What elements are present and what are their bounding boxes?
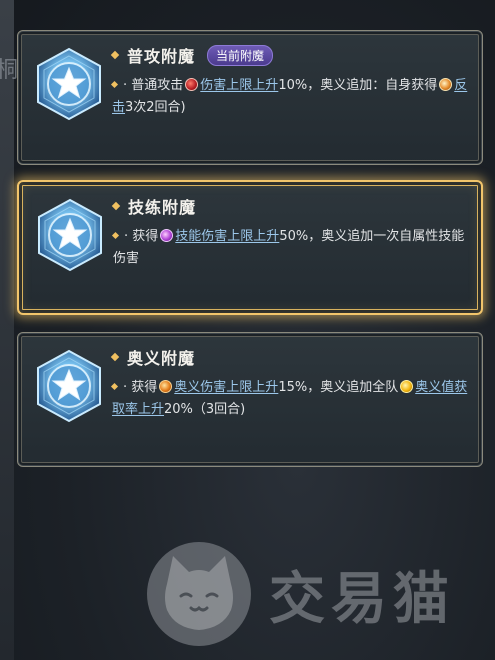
desc-text: 20%（3回合) [164,402,246,417]
panel-title: 普攻附魔 [127,47,196,66]
purple-skill-icon [160,229,174,242]
orange-ougi-icon [159,380,173,393]
background-edge-glyph: 桐 [0,58,19,83]
counter-icon [439,78,453,91]
desc-text: 获得 [132,229,159,244]
panel-description: · 获得 技能伤害上限上升50%，奥义追加一次自属性技能伤害 [111,226,473,270]
keyword-link-damage-cap[interactable]: 伤害上限上升 [200,78,278,93]
bullet-mark: · [123,380,128,395]
panel-title: 奥义附魔 [127,349,196,368]
yellow-ougi-charge-icon [400,380,414,393]
panel-title-row: 技练附魔 [111,194,197,218]
desc-text: 3次2回合) [125,100,186,115]
desc-text: 15%，奥义追加全队 [278,380,399,395]
desc-text: 获得 [131,380,158,395]
bullet-mark: · [123,78,128,93]
keyword-link-skill-damage-cap[interactable]: 技能伤害上限上升 [175,229,279,244]
red-damage-icon [185,78,199,91]
gold-diamond-icon [110,352,120,362]
panel-title-row: 奥义附魔 [110,345,196,369]
watermark-text: 交易猫 [269,566,455,632]
gold-diamond-icon [110,50,120,60]
panel-title: 技练附魔 [128,198,197,217]
watermark: 交易猫 [143,538,455,650]
gold-bullet-icon [110,382,119,391]
enchant-option-skill[interactable]: 技练附魔 · 获得 技能伤害上限上升50%，奥义追加一次自属性技能伤害 [17,180,483,315]
background-edge [0,0,14,660]
desc-text: 10%，奥义追加：自身获得 [278,78,438,93]
enchant-option-normal-attack[interactable]: 普攻附魔 当前附魔 · 普通攻击 伤害上限上升10%，奥义追加：自身获得 反击3次2… [17,30,483,165]
blue-star-hexagon-icon [33,198,107,272]
blue-star-hexagon-icon [32,349,106,423]
gold-diamond-icon [111,201,121,211]
gold-bullet-icon [111,231,120,240]
enchant-option-ougi[interactable]: 奥义附魔 · 获得 奥义伤害上限上升15%，奥义追加全队 奥义值获取率上升20%（3… [17,332,483,467]
blue-star-hexagon-icon [32,47,106,121]
keyword-link-ougi-damage-cap[interactable]: 奥义伤害上限上升 [174,380,278,395]
gold-bullet-icon [110,80,119,89]
panel-description: · 普通攻击 伤害上限上升10%，奥义追加：自身获得 反击3次2回合) [110,75,472,119]
current-enchant-badge: 当前附魔 [207,44,274,66]
panel-description: · 获得 奥义伤害上限上升15%，奥义追加全队 奥义值获取率上升20%（3回合) [110,377,472,421]
cat-logo-icon [147,542,251,646]
bullet-mark: · [124,229,129,244]
desc-text: 普通攻击 [131,78,184,93]
panel-title-row: 普攻附魔 当前附魔 [110,43,274,67]
